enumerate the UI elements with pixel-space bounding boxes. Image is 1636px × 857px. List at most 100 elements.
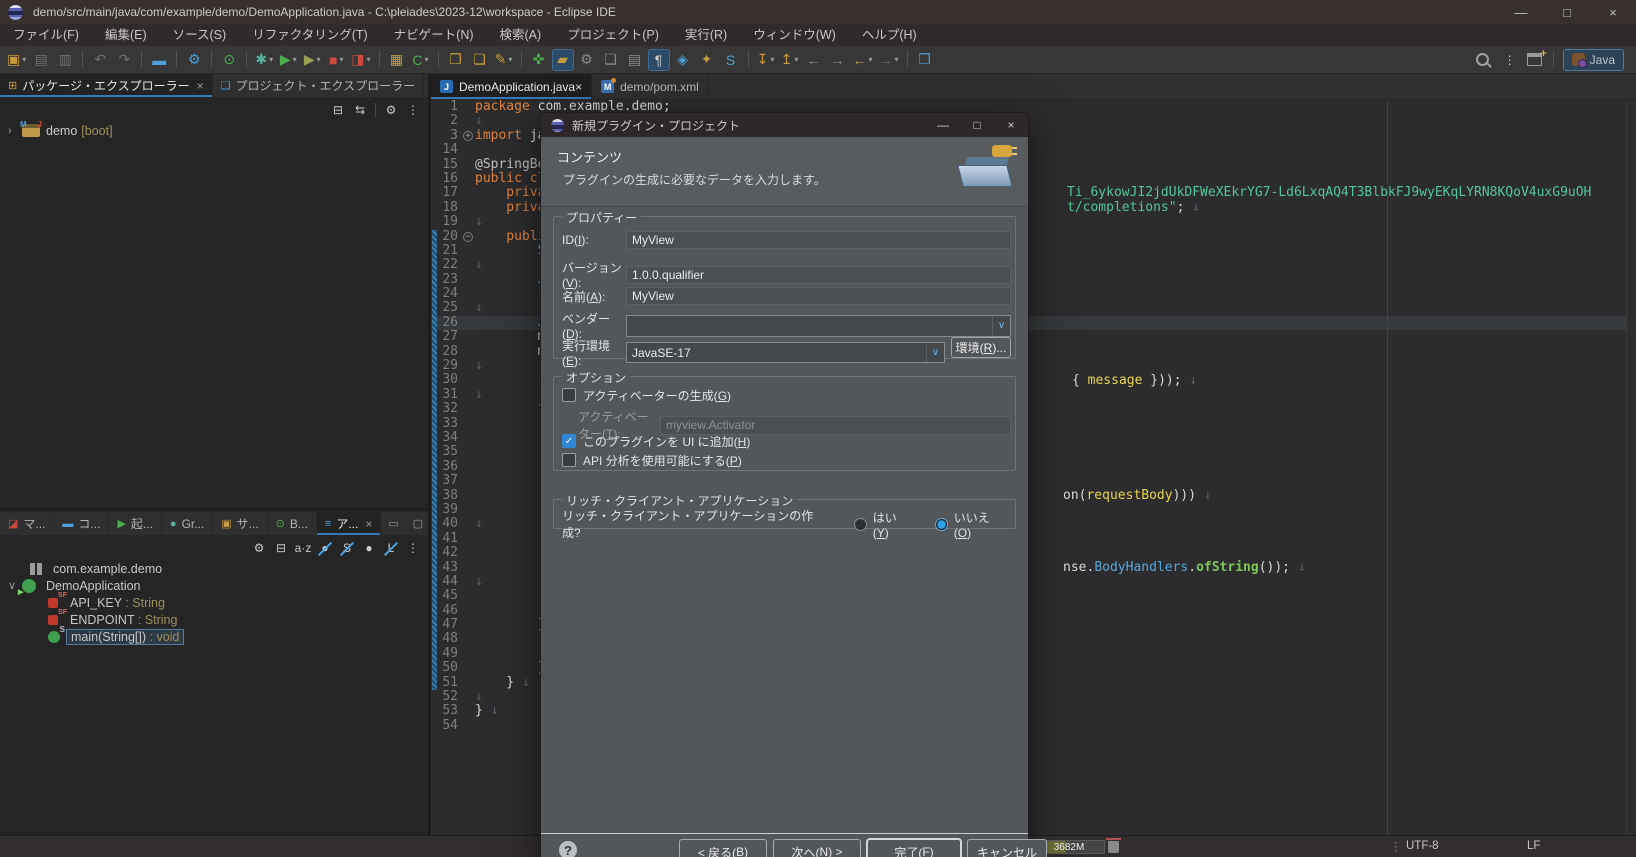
add-import-icon[interactable]: ↧ ▾ xyxy=(755,49,777,71)
save-all-icon[interactable]: ▥ xyxy=(54,49,76,71)
open-type-icon[interactable]: ❐ xyxy=(445,49,467,71)
new-s-class-icon[interactable]: S xyxy=(720,49,742,71)
view-menu-icon[interactable]: ⋮ xyxy=(403,538,423,558)
generate-activator-checkbox[interactable] xyxy=(562,388,576,402)
chevron-down-icon[interactable]: ∨ xyxy=(992,315,1010,336)
pin-editor-icon[interactable]: ✜ xyxy=(528,49,550,71)
rcp-yes-radio[interactable] xyxy=(853,517,867,531)
run-icon[interactable]: ▶ ▾ xyxy=(277,49,299,71)
menu-item-2[interactable]: ソース(S) xyxy=(160,24,240,46)
hide-local-types-icon[interactable]: L xyxy=(381,538,401,558)
dropdown-arrow-icon[interactable]: ▾ xyxy=(425,55,429,64)
external-tools-icon[interactable]: ⚙ xyxy=(576,49,598,71)
save-icon[interactable]: ▤ xyxy=(30,49,52,71)
highlight-icon[interactable]: ▰ xyxy=(551,48,574,71)
toolbar-overflow-icon[interactable]: ⋮ xyxy=(1500,50,1520,70)
menu-item-8[interactable]: ウィンドウ(W) xyxy=(740,24,849,46)
focus-icon[interactable]: ⚙ xyxy=(249,538,269,558)
hide-fields-icon[interactable]: ● xyxy=(315,538,335,558)
open-console-icon[interactable]: ▬ xyxy=(148,49,170,71)
dropdown-arrow-icon[interactable]: ▾ xyxy=(339,55,343,64)
show-whitespace-icon[interactable]: ¶ xyxy=(647,48,670,71)
mark-occurrences-icon[interactable]: ✎ ▾ xyxy=(493,49,515,71)
terminate-icon[interactable]: ■ ▾ xyxy=(325,49,347,71)
outline-item-com-example-demo[interactable]: com.example.demo xyxy=(0,560,428,577)
menu-item-5[interactable]: 検索(A) xyxy=(487,24,555,46)
bottom-view-tab-5[interactable]: ⊙ B... xyxy=(268,512,317,535)
collapse-all-icon[interactable]: ⊟ xyxy=(271,538,291,558)
fold-toggle-icon[interactable]: − xyxy=(461,230,475,244)
bottom-view-tab-0[interactable]: ◪ マ... xyxy=(0,512,55,535)
window-close-button[interactable]: × xyxy=(1590,0,1636,24)
previous-annotation-icon[interactable]: ▤ xyxy=(624,49,646,71)
window-maximize-button[interactable]: □ xyxy=(1544,0,1590,24)
dropdown-arrow-icon[interactable]: ▾ xyxy=(508,55,512,64)
new-plugin-project-icon[interactable]: ▦ xyxy=(386,49,408,71)
back-history-icon[interactable]: ← ▾ xyxy=(851,49,875,71)
collapse-all-icon[interactable]: ⊟ xyxy=(328,100,348,120)
cancel-button[interactable]: キャンセル xyxy=(967,839,1047,857)
dialog-maximize-button[interactable]: □ xyxy=(960,113,994,137)
menu-item-0[interactable]: ファイル(F) xyxy=(0,24,92,46)
fold-toggle-icon[interactable]: + xyxy=(461,129,475,143)
id-field[interactable]: MyView xyxy=(626,231,1011,249)
new-wizard-icon[interactable]: ▣ ▾ xyxy=(5,49,28,71)
preferences-gear-icon[interactable]: ⚙ xyxy=(183,49,205,71)
window-minimize-button[interactable]: — xyxy=(1498,0,1544,24)
dropdown-arrow-icon[interactable]: ▾ xyxy=(770,55,774,64)
menu-item-9[interactable]: ヘルプ(H) xyxy=(849,24,930,46)
dialog-close-button[interactable]: × xyxy=(994,113,1028,137)
bottom-view-tab-4[interactable]: ▣ サ... xyxy=(213,512,268,535)
minimize-view-icon[interactable]: ▭ xyxy=(381,517,405,530)
menu-item-4[interactable]: ナビゲート(N) xyxy=(381,24,487,46)
statusbar-overflow-icon[interactable]: ⋮ xyxy=(1390,839,1402,853)
dropdown-arrow-icon[interactable]: ▾ xyxy=(317,55,321,64)
rcp-no-radio[interactable] xyxy=(934,517,948,531)
vendor-combo[interactable]: ∨ xyxy=(626,314,1011,337)
next-button[interactable]: 次へ(N) > xyxy=(773,839,861,857)
view-menu-icon[interactable]: ⋮ xyxy=(403,100,423,120)
finish-button[interactable]: 完了(F) xyxy=(867,839,961,857)
relaunch-icon[interactable]: ◨ ▾ xyxy=(349,49,372,71)
version-field[interactable]: 1.0.0.qualifier xyxy=(626,265,1011,284)
next-annotation-icon[interactable]: ❏ xyxy=(600,49,622,71)
link-with-editor-icon[interactable]: ⇆ xyxy=(350,100,370,120)
dropdown-arrow-icon[interactable]: ▾ xyxy=(869,55,873,64)
editor-tab-1[interactable]: Mdemo/pom.xml xyxy=(592,74,709,99)
package-explorer-tab-0[interactable]: ⊞ パッケージ・エクスプローラー × xyxy=(0,74,213,97)
dialog-minimize-button[interactable]: — xyxy=(926,113,960,137)
garbage-collect-icon[interactable] xyxy=(1106,838,1121,853)
back-button[interactable]: < 戻る(B) xyxy=(679,839,767,857)
close-icon[interactable]: × xyxy=(197,79,204,93)
new-snippet-icon[interactable]: ◈ xyxy=(672,49,694,71)
overview-ruler[interactable] xyxy=(1626,100,1636,835)
environments-button[interactable]: 環境(R)... xyxy=(951,337,1011,358)
bottom-view-tab-1[interactable]: ▬ コ... xyxy=(54,512,110,535)
api-analysis-checkbox[interactable] xyxy=(562,453,576,467)
maximize-view-icon[interactable]: ▢ xyxy=(406,517,430,530)
dropdown-arrow-icon[interactable]: ▾ xyxy=(366,55,370,64)
package-explorer-tab-1[interactable]: ❏ プロジェクト・エクスプローラー xyxy=(213,74,425,97)
last-edit-back-icon[interactable]: ← xyxy=(803,49,825,71)
menu-item-1[interactable]: 編集(E) xyxy=(92,24,160,46)
ui-contribution-checkbox[interactable]: ✓ xyxy=(562,434,576,448)
focus-icon[interactable]: ⚙ xyxy=(381,100,401,120)
undo-icon[interactable]: ↶ xyxy=(89,49,111,71)
dropdown-arrow-icon[interactable]: ▾ xyxy=(895,55,899,64)
tree-item-demo-project[interactable]: › MJ demo [boot] xyxy=(0,120,428,139)
dropdown-arrow-icon[interactable]: ▾ xyxy=(794,55,798,64)
dropdown-arrow-icon[interactable]: ▾ xyxy=(269,55,273,64)
outline-item-main-string-[interactable]: main(String[]) : void xyxy=(0,625,428,645)
close-icon[interactable]: × xyxy=(575,80,582,94)
close-icon[interactable]: × xyxy=(365,517,372,531)
bottom-view-tab-2[interactable]: ▶ 起... xyxy=(109,512,162,535)
boot-dashboard-icon[interactable]: ⊙ xyxy=(218,49,240,71)
redo-icon[interactable]: ↷ xyxy=(113,49,135,71)
java-perspective-button[interactable]: Java xyxy=(1562,48,1624,71)
editor-tab-0[interactable]: J DemoApplication.java × xyxy=(431,74,593,99)
organize-imports-icon[interactable]: ↥ ▾ xyxy=(779,49,801,71)
dropdown-arrow-icon[interactable]: ▾ xyxy=(22,55,26,64)
bottom-view-tab-6[interactable]: ≡ ア... × xyxy=(316,512,382,535)
dropdown-arrow-icon[interactable]: ▾ xyxy=(293,55,297,64)
menu-item-3[interactable]: リファクタリング(T) xyxy=(239,24,380,46)
